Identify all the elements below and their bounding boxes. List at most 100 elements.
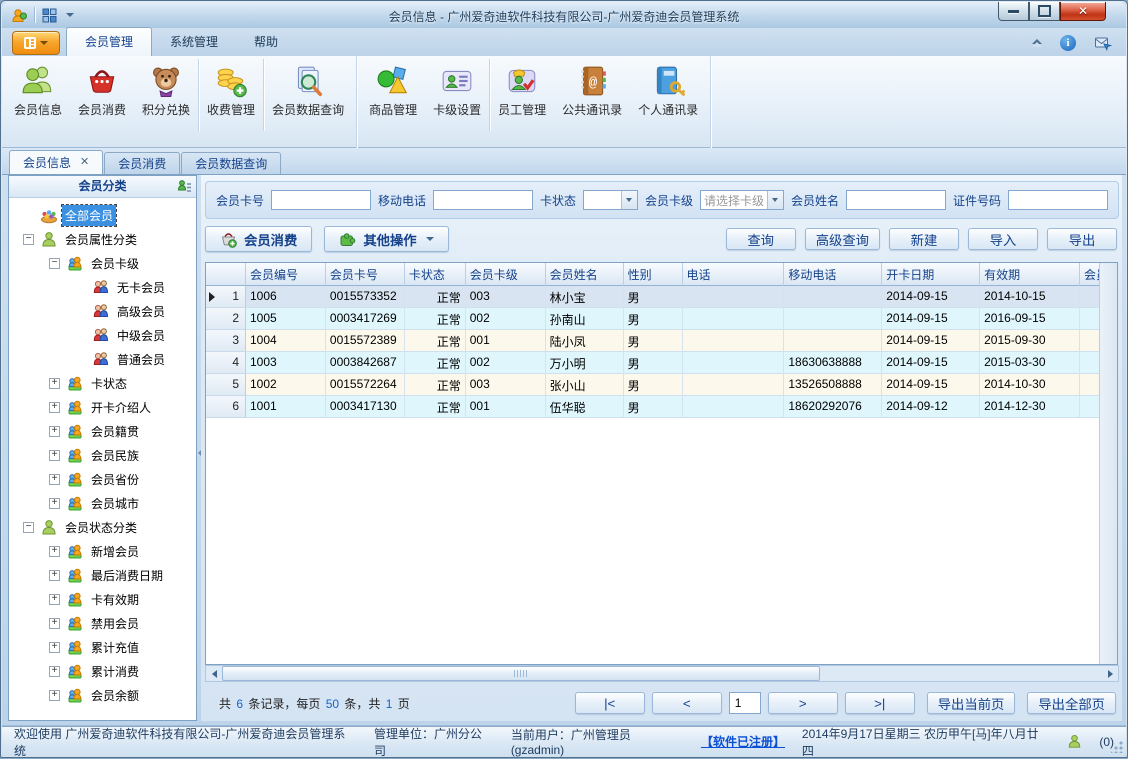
grid-column-header-8[interactable]: 开卡日期	[882, 263, 981, 286]
grid-column-header-0[interactable]: 会员编号	[246, 263, 326, 286]
ribbon-button-0-3[interactable]: 收费管理	[198, 59, 263, 131]
tree-item-10[interactable]: + 会员民族	[9, 443, 196, 467]
table-row-5[interactable]: 6 1001 0003417130 正常 001 伍华聪男 18620292076 2014-…	[206, 396, 1100, 418]
table-row-2[interactable]: 3 1004 0015572389 正常 001 陆小凤男 2014-09-15 2015-0…	[206, 330, 1100, 352]
vertical-scrollbar[interactable]	[1099, 263, 1117, 664]
row-selector-cell[interactable]: 5	[206, 374, 246, 396]
tree-item-11[interactable]: + 会员省份	[9, 467, 196, 491]
grid-column-header-9[interactable]: 有效期	[980, 263, 1080, 286]
prev-page-button[interactable]: <	[651, 692, 722, 714]
filter-input-5[interactable]	[1008, 190, 1108, 210]
row-selector-cell[interactable]: 6	[206, 396, 246, 418]
tree-item-20[interactable]: + 会员余额	[9, 683, 196, 705]
first-page-button[interactable]: |<	[574, 692, 645, 714]
tree-item-7[interactable]: + 卡状态	[9, 371, 196, 395]
doc-tab-1[interactable]: 会员消费	[104, 152, 181, 174]
ribbon-button-0-2[interactable]: 积分兑换	[134, 59, 198, 131]
table-row-0[interactable]: 1 1006 0015573352 正常 003 林小宝男 2014-09-15 2014-1…	[206, 286, 1100, 308]
tree-expander-icon[interactable]: +	[49, 593, 60, 605]
table-row-4[interactable]: 5 1002 0015572264 正常 003 张小山男 13526508888 2014-…	[206, 374, 1100, 396]
tree-item-16[interactable]: + 卡有效期	[9, 587, 196, 611]
tree-config-icon[interactable]	[177, 179, 192, 194]
close-button[interactable]: ✕	[1060, 2, 1106, 21]
horizontal-scrollbar[interactable]	[205, 665, 1119, 682]
tree-expander-icon[interactable]: +	[49, 497, 60, 509]
restore-button[interactable]	[1029, 2, 1060, 21]
tree-expander-icon[interactable]: +	[49, 473, 60, 485]
action-button-1[interactable]: 高级查询	[804, 228, 880, 250]
export-all-pages-button[interactable]: 导出全部页	[1027, 692, 1116, 714]
tree-expander-icon[interactable]: −	[23, 521, 34, 533]
last-page-button[interactable]: >|	[844, 692, 915, 714]
ribbon-button-1-1[interactable]: 卡级设置	[425, 59, 489, 131]
tree-item-3[interactable]: 无卡会员	[9, 275, 196, 299]
grid-column-header-5[interactable]: 性别	[623, 263, 683, 286]
tree-item-6[interactable]: 普通会员	[9, 347, 196, 371]
grid-column-header-7[interactable]: 移动电话	[784, 263, 883, 286]
minimize-button[interactable]	[998, 2, 1029, 21]
tree-item-9[interactable]: + 会员籍贯	[9, 419, 196, 443]
tree-expander-icon[interactable]: +	[49, 689, 60, 701]
tab-close-icon[interactable]: ✕	[80, 157, 89, 168]
tree-item-2[interactable]: − 会员卡级	[9, 251, 196, 275]
tree-item-17[interactable]: + 禁用会员	[9, 611, 196, 635]
next-page-button[interactable]: >	[767, 692, 838, 714]
filter-input-1[interactable]	[433, 190, 534, 210]
row-selector-cell[interactable]: 4	[206, 352, 246, 374]
tree-expander-icon[interactable]: +	[49, 401, 60, 413]
table-row-1[interactable]: 2 1005 0003417269 正常 002 孙南山男 2014-09-15 2016-0…	[206, 308, 1100, 330]
ribbon-tab-0[interactable]: 会员管理	[66, 27, 153, 56]
toolbar-button-0[interactable]: 会员消费	[205, 226, 313, 252]
grid-column-header-6[interactable]: 电话	[682, 263, 785, 286]
dropdown-arrow-icon[interactable]	[620, 191, 637, 209]
tree-expander-icon[interactable]: +	[49, 641, 60, 653]
registered-link[interactable]: 【软件已注册】	[701, 733, 785, 750]
tree-expander-icon[interactable]: +	[49, 425, 60, 437]
tree-item-1[interactable]: − 会员属性分类	[9, 227, 196, 251]
tree-expander-icon[interactable]: +	[49, 377, 60, 389]
grid-column-header-3[interactable]: 会员卡级	[465, 263, 546, 286]
info-icon[interactable]: i	[1060, 35, 1076, 51]
tree-item-19[interactable]: + 累计消费	[9, 659, 196, 683]
send-mail-icon[interactable]	[1094, 34, 1113, 52]
ribbon-button-1-2[interactable]: 员工管理	[489, 59, 554, 131]
grid-column-header-10[interactable]: 会员	[1080, 263, 1100, 286]
grid-column-header-2[interactable]: 卡状态	[404, 263, 466, 286]
tree-expander-icon[interactable]: +	[49, 569, 60, 581]
table-row-3[interactable]: 4 1003 0003842687 正常 002 万小明男 18630638888 2014-…	[206, 352, 1100, 374]
ribbon-button-1-3[interactable]: @ 公共通讯录	[554, 59, 630, 131]
scroll-right-icon[interactable]	[1102, 666, 1118, 681]
tree-item-8[interactable]: + 开卡介绍人	[9, 395, 196, 419]
filter-select-2[interactable]	[583, 190, 638, 210]
filter-input-4[interactable]	[845, 190, 946, 210]
ribbon-button-0-0[interactable]: 会员信息	[6, 59, 70, 131]
action-button-0[interactable]: 查询	[725, 228, 796, 250]
tree-item-14[interactable]: + 新增会员	[9, 539, 196, 563]
doc-tab-2[interactable]: 会员数据查询	[181, 152, 282, 174]
quick-access-dropdown-icon[interactable]	[66, 13, 74, 17]
quick-access-toolbar-icon[interactable]	[41, 7, 58, 24]
ribbon-tab-2[interactable]: 帮助	[236, 28, 296, 56]
ribbon-button-0-1[interactable]: 会员消费	[70, 59, 134, 131]
tree-expander-icon[interactable]: −	[49, 257, 60, 269]
filter-select-3[interactable]: 请选择卡级	[699, 190, 784, 210]
scroll-left-icon[interactable]	[206, 666, 222, 681]
collapse-ribbon-icon[interactable]	[1032, 38, 1042, 47]
ribbon-button-1-0[interactable]: 商品管理	[361, 59, 425, 131]
tree-expander-icon[interactable]: +	[49, 545, 60, 557]
tree-item-4[interactable]: 高级会员	[9, 299, 196, 323]
tree-item-12[interactable]: + 会员城市	[9, 491, 196, 515]
tree-item-15[interactable]: + 最后消费日期	[9, 563, 196, 587]
scrollbar-thumb[interactable]	[222, 666, 820, 681]
tree-item-18[interactable]: + 累计充值	[9, 635, 196, 659]
action-button-3[interactable]: 导入	[968, 228, 1038, 250]
grid-column-header-4[interactable]: 会员姓名	[545, 263, 624, 286]
application-menu-button[interactable]	[12, 31, 60, 55]
tree-expander-icon[interactable]: +	[49, 449, 60, 461]
action-button-2[interactable]: 新建	[889, 228, 959, 250]
action-button-4[interactable]: 导出	[1047, 228, 1117, 250]
row-selector-cell[interactable]: 3	[206, 330, 246, 352]
tree-item-13[interactable]: − 会员状态分类	[9, 515, 196, 539]
filter-input-0[interactable]	[271, 190, 372, 210]
tree-expander-icon[interactable]: +	[49, 665, 60, 677]
